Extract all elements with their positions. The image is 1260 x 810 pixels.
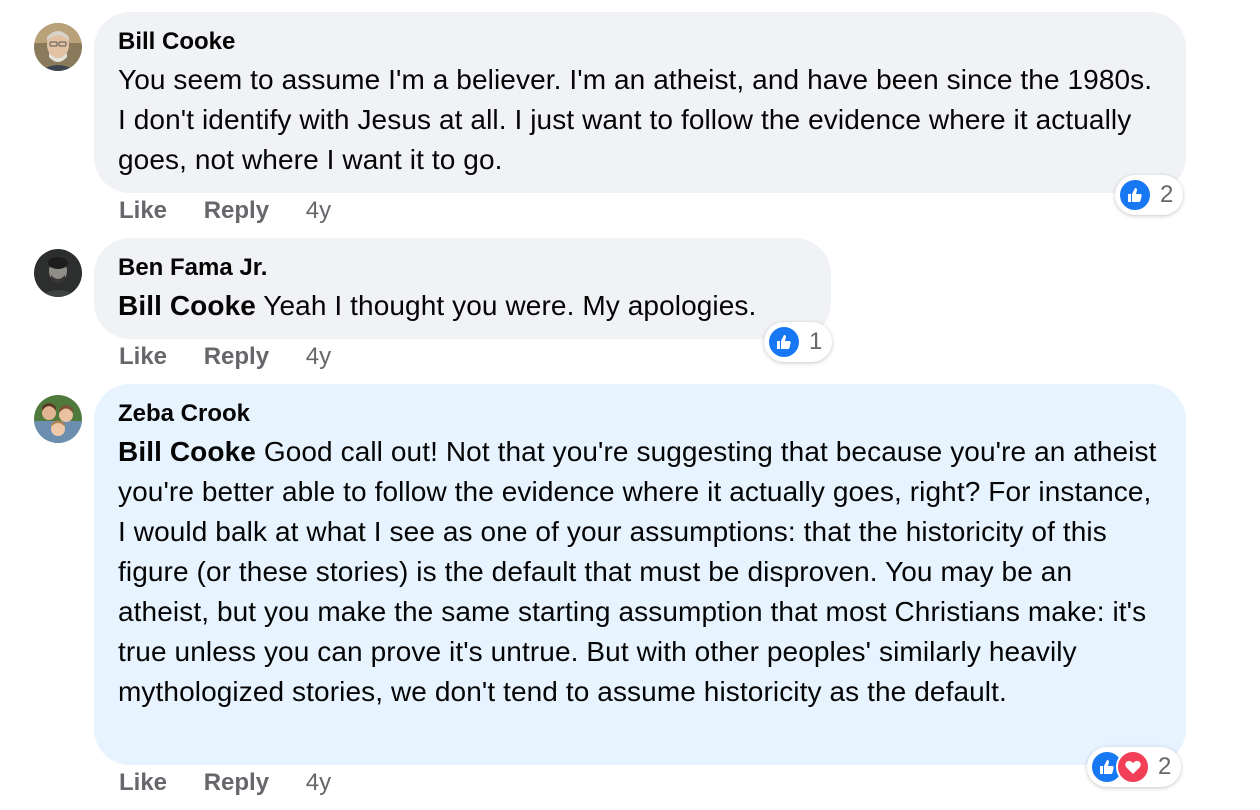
reaction-count: 2 — [1160, 181, 1174, 208]
like-icon — [1118, 178, 1152, 212]
reaction-count: 2 — [1158, 753, 1172, 780]
reply-button[interactable]: Reply — [204, 768, 269, 798]
reaction-summary[interactable]: 2 — [1087, 747, 1182, 787]
comment-bubble: Zeba Crook Bill Cooke Good call out! Not… — [94, 384, 1186, 765]
mention-link[interactable]: Bill Cooke — [118, 436, 256, 467]
like-button[interactable]: Like — [119, 342, 167, 372]
comment-text: Bill Cooke Yeah I thought you were. My a… — [118, 286, 807, 326]
mention-link[interactable]: Bill Cooke — [118, 290, 256, 321]
like-icon — [767, 325, 801, 359]
reply-button[interactable]: Reply — [204, 196, 269, 226]
comment-body: Yeah I thought you were. My apologies. — [263, 290, 757, 321]
avatar[interactable] — [34, 249, 82, 297]
comment-author[interactable]: Ben Fama Jr. — [118, 254, 807, 282]
comment-bubble: Ben Fama Jr. Bill Cooke Yeah I thought y… — [94, 238, 831, 339]
reaction-count: 1 — [809, 328, 823, 355]
avatar[interactable] — [34, 23, 82, 71]
like-button[interactable]: Like — [119, 768, 167, 798]
comment-author[interactable]: Bill Cooke — [118, 28, 1162, 56]
like-button[interactable]: Like — [119, 196, 167, 226]
reaction-summary[interactable]: 1 — [764, 322, 833, 362]
comment-body: You seem to assume I'm a believer. I'm a… — [118, 64, 1153, 175]
comment-bubble: Bill Cooke You seem to assume I'm a beli… — [94, 12, 1186, 193]
love-icon — [1116, 750, 1150, 784]
comment-actions: Like Reply 4y — [119, 342, 361, 372]
comment-body: Good call out! Not that you're suggestin… — [118, 436, 1157, 707]
reaction-summary[interactable]: 2 — [1115, 175, 1184, 215]
comment-text: You seem to assume I'm a believer. I'm a… — [118, 60, 1162, 180]
avatar[interactable] — [34, 395, 82, 443]
comment-author[interactable]: Zeba Crook — [118, 400, 1162, 428]
comment-thread: Bill Cooke You seem to assume I'm a beli… — [0, 0, 1260, 810]
comment-text: Bill Cooke Good call out! Not that you'r… — [118, 432, 1162, 712]
reply-button[interactable]: Reply — [204, 342, 269, 372]
comment-timestamp[interactable]: 4y — [306, 342, 331, 372]
comment-timestamp[interactable]: 4y — [306, 768, 331, 798]
comment-actions: Like Reply 4y — [119, 196, 361, 226]
comment-actions: Like Reply 4y — [119, 768, 361, 798]
comment-timestamp[interactable]: 4y — [306, 196, 331, 226]
